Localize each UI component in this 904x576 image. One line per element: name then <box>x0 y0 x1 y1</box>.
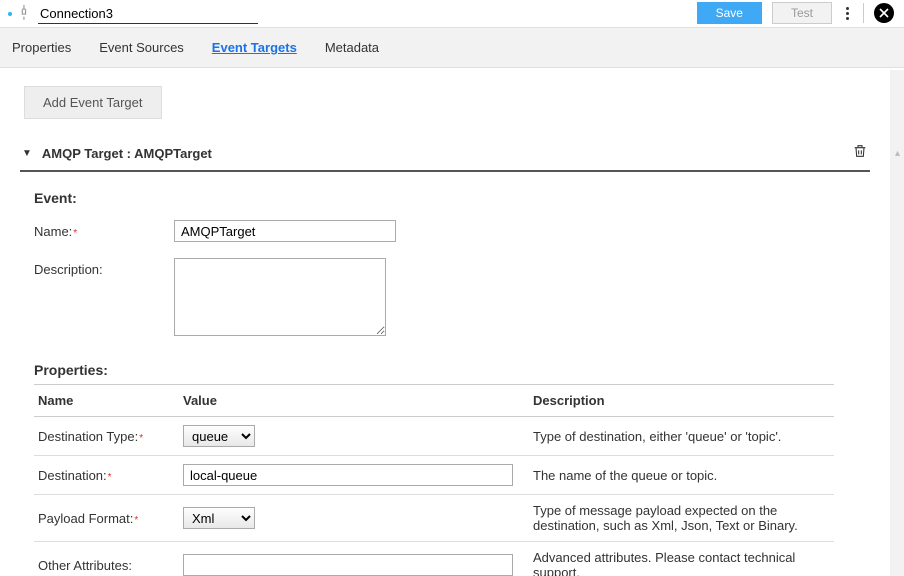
delete-icon[interactable] <box>852 143 868 164</box>
table-row: Other Attributes: Advanced attributes. P… <box>34 542 834 576</box>
collapse-icon[interactable]: ▼ <box>22 148 32 159</box>
table-row: Payload Format: Xml Type of message payl… <box>34 495 834 542</box>
connection-name-input[interactable] <box>38 4 258 24</box>
status-dot <box>8 12 12 16</box>
tab-event-sources[interactable]: Event Sources <box>99 30 184 65</box>
description-label: Description: <box>34 258 174 277</box>
save-button[interactable]: Save <box>697 2 762 24</box>
col-header-name: Name <box>34 385 179 417</box>
prop-name: Payload Format: <box>38 511 138 526</box>
connection-icon <box>14 3 36 25</box>
test-button[interactable]: Test <box>772 2 832 24</box>
prop-desc: Type of destination, either 'queue' or '… <box>529 417 834 456</box>
prop-desc: The name of the queue or topic. <box>529 456 834 495</box>
event-targets-panel: Add Event Target ▼ AMQP Target : AMQPTar… <box>0 70 890 576</box>
other-attributes-input[interactable] <box>183 554 513 576</box>
top-bar-actions: Save Test <box>697 2 894 24</box>
destination-input[interactable] <box>183 464 513 486</box>
content-area: ▴ Add Event Target ▼ AMQP Target : AMQPT… <box>0 70 904 576</box>
target-title: AMQP Target : AMQPTarget <box>42 146 212 161</box>
destination-type-select[interactable]: queue <box>183 425 255 447</box>
prop-name: Destination: <box>38 468 112 483</box>
scroll-up-icon[interactable]: ▴ <box>895 148 900 159</box>
properties-section-label: Properties: <box>34 362 870 378</box>
payload-format-select[interactable]: Xml <box>183 507 255 529</box>
table-row: Destination: The name of the queue or to… <box>34 456 834 495</box>
top-bar: Save Test <box>0 0 904 28</box>
table-row: Destination Type: queue Type of destinat… <box>34 417 834 456</box>
tab-event-targets[interactable]: Event Targets <box>212 30 297 65</box>
prop-name: Other Attributes: <box>38 558 132 573</box>
prop-desc: Advanced attributes. Please contact tech… <box>529 542 834 576</box>
properties-table: Name Value Description Destination Type:… <box>34 384 834 576</box>
col-header-description: Description <box>529 385 834 417</box>
tab-metadata[interactable]: Metadata <box>325 30 379 65</box>
close-icon[interactable] <box>874 3 894 23</box>
divider <box>863 3 864 23</box>
prop-name: Destination Type: <box>38 429 143 444</box>
event-section-label: Event: <box>34 190 870 206</box>
add-event-target-button[interactable]: Add Event Target <box>24 86 162 119</box>
prop-desc: Type of message payload expected on the … <box>529 495 834 542</box>
tab-properties[interactable]: Properties <box>12 30 71 65</box>
row-description: Description: <box>34 258 870 336</box>
row-name: Name: <box>34 220 870 242</box>
tab-bar: Properties Event Sources Event Targets M… <box>0 28 904 68</box>
name-input[interactable] <box>174 220 396 242</box>
target-header[interactable]: ▼ AMQP Target : AMQPTarget <box>20 137 870 172</box>
more-menu-icon[interactable] <box>842 7 853 20</box>
description-input[interactable] <box>174 258 386 336</box>
col-header-value: Value <box>179 385 529 417</box>
name-label: Name: <box>34 220 174 239</box>
